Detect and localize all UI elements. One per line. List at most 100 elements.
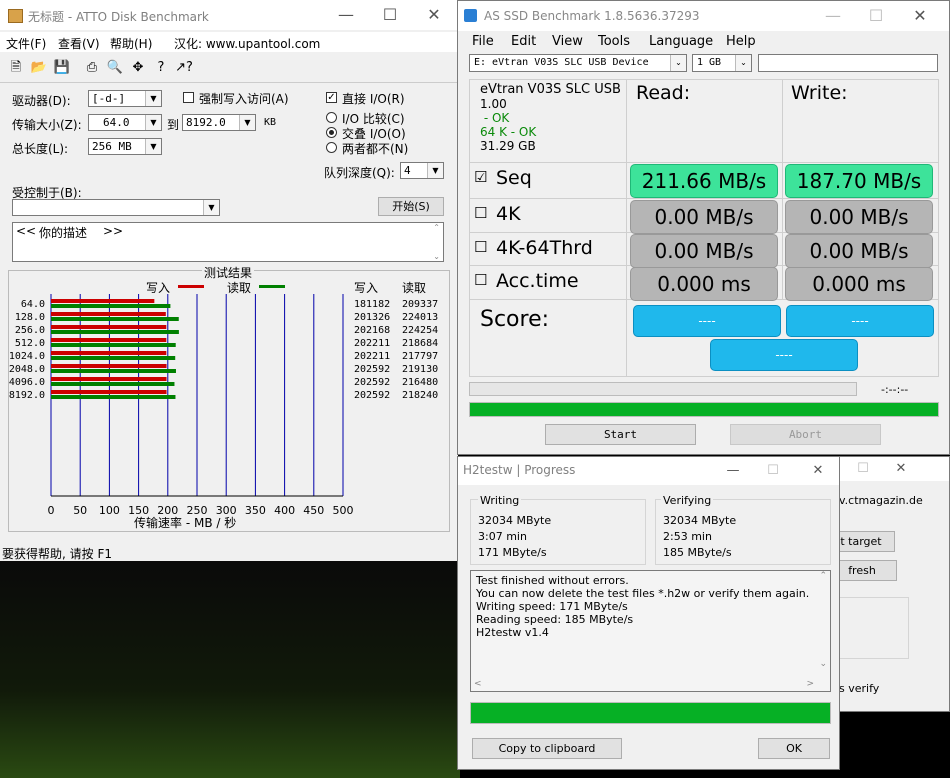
atto-start-button[interactable]: 开始(S): [378, 197, 444, 216]
scroll-down-icon[interactable]: ⌄: [819, 659, 827, 669]
4k-write-value: 0.00 MB/s: [785, 200, 933, 234]
write-value-label: 181182: [354, 299, 390, 310]
chevron-down-icon[interactable]: ▼: [239, 115, 255, 130]
ok-button[interactable]: OK: [758, 738, 830, 759]
scroll-left-icon[interactable]: <: [474, 679, 482, 689]
asssd-window: AS SSD Benchmark 1.8.5636.37293 — ☐ ✕ Fi…: [457, 0, 950, 455]
force-write-checkbox[interactable]: [183, 92, 194, 103]
menu-help[interactable]: Help: [726, 34, 756, 49]
extra-input[interactable]: [758, 54, 938, 72]
copy-clipboard-button[interactable]: Copy to clipboard: [472, 738, 622, 759]
context-help-icon[interactable]: ↗?: [174, 58, 194, 78]
chevron-down-icon[interactable]: ▼: [427, 163, 443, 178]
scroll-up-icon[interactable]: ⌃: [433, 223, 440, 232]
read-bar: [51, 382, 175, 386]
drive-select-value: E: eVtran V03S SLC USB Device: [474, 57, 649, 68]
queue-depth-select[interactable]: 4 ▼: [400, 162, 444, 179]
drive-value: [-d-]: [92, 92, 126, 105]
maximize-icon[interactable]: ☐: [370, 0, 410, 30]
maximize-icon[interactable]: ☐: [753, 457, 793, 485]
read-value-label: 224013: [402, 312, 438, 323]
acc-time-checkbox[interactable]: ☐: [474, 271, 487, 289]
write-bar: [51, 390, 167, 394]
minimize-icon[interactable]: —: [813, 1, 853, 31]
chevron-down-icon[interactable]: ▼: [145, 91, 161, 106]
scroll-right-icon[interactable]: >: [806, 679, 814, 689]
menu-view[interactable]: 查看(V): [58, 35, 100, 52]
overlapped-io-radio[interactable]: [326, 127, 337, 138]
asssd-start-button[interactable]: Start: [545, 424, 696, 445]
read-bar: [51, 317, 179, 321]
minimize-icon[interactable]: —: [326, 0, 366, 30]
size-select[interactable]: 1 GB ⌄: [692, 54, 752, 72]
chevron-down-icon[interactable]: ▼: [145, 115, 161, 130]
asssd-abort-button[interactable]: Abort: [730, 424, 881, 445]
h2-titlebar[interactable]: H2testw | Progress — ☐ ✕: [458, 457, 839, 485]
h2-title: H2testw | Progress: [463, 463, 576, 477]
controlled-by-select[interactable]: ▼: [12, 199, 220, 216]
read-value-label: 219130: [402, 364, 438, 375]
h2main-titlebar[interactable]: ☐ ✕: [837, 457, 949, 481]
grid-line-v1: [626, 79, 627, 377]
io-compare-radio[interactable]: [326, 112, 337, 123]
ad-link[interactable]: 汉化: www.upantool.com: [174, 35, 320, 52]
scroll-down-icon[interactable]: ⌄: [433, 252, 440, 261]
close-icon[interactable]: ✕: [414, 0, 454, 30]
open-icon[interactable]: 📂: [29, 58, 49, 78]
4k-checkbox[interactable]: ☐: [474, 204, 487, 222]
chevron-down-icon[interactable]: ▼: [203, 200, 219, 215]
menu-file[interactable]: File: [472, 34, 494, 49]
writing-title: Writing: [478, 494, 522, 507]
close-icon[interactable]: ✕: [900, 1, 940, 31]
close-icon[interactable]: ✕: [881, 457, 921, 481]
write-value-label: 202592: [354, 364, 390, 375]
log-line: Reading speed: 185 MByte/s: [476, 613, 634, 626]
chevron-down-icon[interactable]: ⌄: [735, 55, 751, 71]
menu-edit[interactable]: Edit: [511, 34, 536, 49]
drive-select[interactable]: [-d-] ▼: [88, 90, 162, 107]
help-icon[interactable]: ?: [151, 58, 171, 78]
ctmagazin-link[interactable]: v.ctmagazin.de: [839, 494, 923, 507]
close-icon[interactable]: ✕: [798, 457, 838, 485]
new-icon[interactable]: 🗎: [6, 58, 26, 78]
maximize-icon[interactable]: ☐: [843, 457, 883, 481]
4k64-checkbox[interactable]: ☐: [474, 238, 487, 256]
minimize-icon[interactable]: —: [713, 457, 753, 485]
atto-titlebar[interactable]: 无标题 - ATTO Disk Benchmark — ☐ ✕: [0, 0, 458, 30]
drive-select[interactable]: E: eVtran V03S SLC USB Device ⌄: [469, 54, 687, 72]
chevron-down-icon[interactable]: ▼: [145, 139, 161, 154]
drive-info-capacity: 31.29 GB: [480, 139, 536, 153]
print-preview-icon[interactable]: 🔍: [105, 58, 125, 78]
asssd-titlebar[interactable]: AS SSD Benchmark 1.8.5636.37293 — ☐ ✕: [458, 1, 949, 31]
menu-file[interactable]: 文件(F): [6, 35, 46, 52]
transfer-to-select[interactable]: 8192.0 ▼: [182, 114, 256, 131]
desc-prev-arrow[interactable]: <<: [16, 224, 36, 238]
read-bar: [51, 330, 179, 334]
menu-help[interactable]: 帮助(H): [110, 35, 152, 52]
save-icon[interactable]: 💾: [52, 58, 72, 78]
copy-clipboard-label: Copy to clipboard: [498, 742, 596, 755]
read-value-label: 218684: [402, 338, 438, 349]
seq-write-value: 187.70 MB/s: [785, 164, 933, 198]
log-line: Writing speed: 171 MByte/s: [476, 600, 628, 613]
direct-io-checkbox[interactable]: ✓: [326, 92, 337, 103]
score-read-text: ----: [698, 314, 716, 328]
seq-label: Seq: [496, 167, 532, 189]
desc-next-arrow[interactable]: >>: [103, 224, 123, 238]
log-box[interactable]: Test finished without errors. You can no…: [470, 570, 831, 692]
move-icon[interactable]: ✥: [128, 58, 148, 78]
chevron-down-icon[interactable]: ⌄: [670, 55, 686, 71]
menu-view[interactable]: View: [552, 34, 583, 49]
menu-language[interactable]: Language: [649, 34, 713, 49]
menu-tools[interactable]: Tools: [598, 34, 630, 49]
category-label: 1024.0: [9, 351, 45, 362]
description-box[interactable]: << 你的描述 >> ⌃ ⌄: [12, 222, 444, 262]
seq-checkbox[interactable]: ☑: [474, 168, 487, 186]
scroll-up-icon[interactable]: ⌃: [819, 571, 827, 581]
maximize-icon[interactable]: ☐: [856, 1, 896, 31]
transfer-from-select[interactable]: 64.0 ▼: [88, 114, 162, 131]
x-tick-label: 0: [48, 504, 55, 517]
total-length-select[interactable]: 256 MB ▼: [88, 138, 162, 155]
neither-radio[interactable]: [326, 142, 337, 153]
print-icon[interactable]: ⎙: [82, 58, 102, 78]
